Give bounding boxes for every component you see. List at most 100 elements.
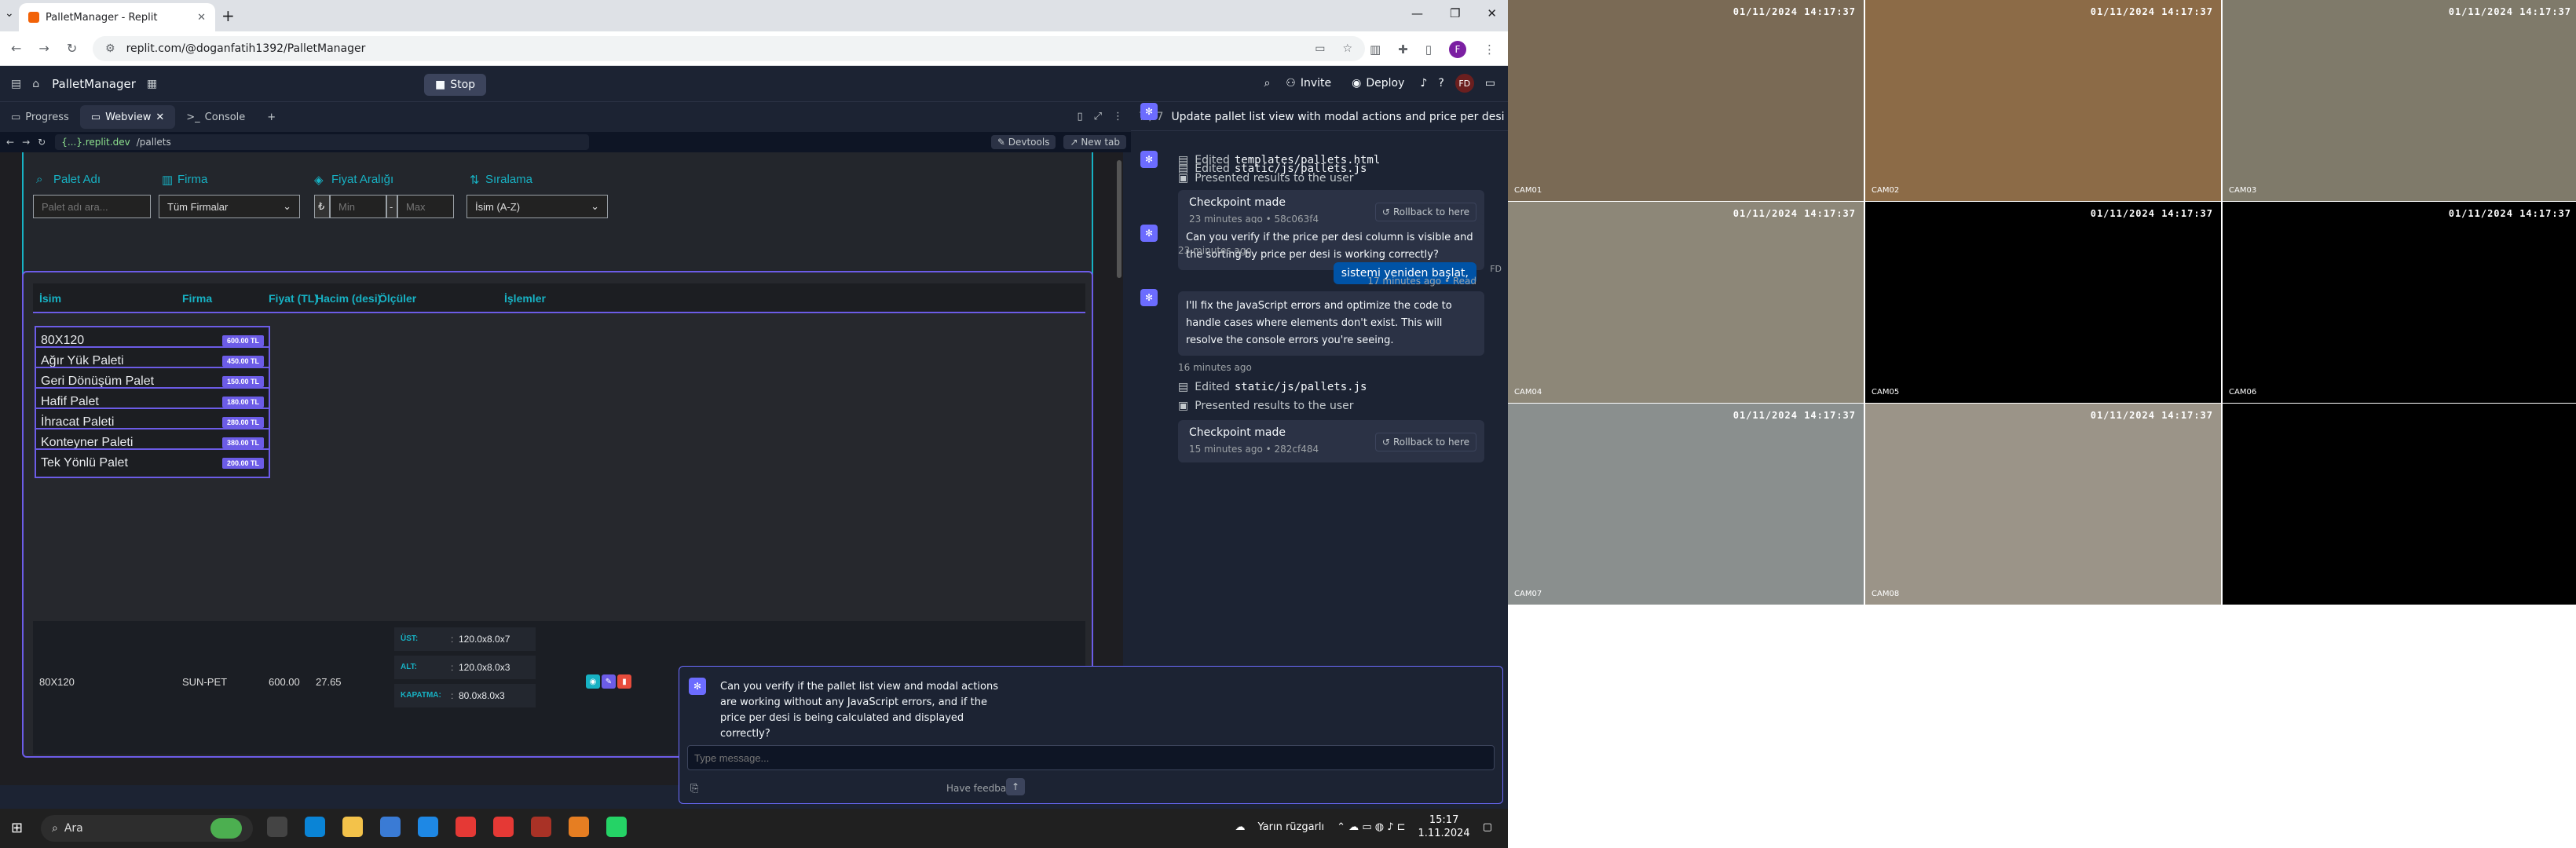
sort-select[interactable]: İsim (A-Z) ⌄ (467, 195, 608, 218)
chrome-icon[interactable] (456, 817, 476, 837)
notification-icon[interactable]: ▢ (1483, 821, 1492, 833)
rollback-button[interactable]: ↺ Rollback to here (1374, 433, 1476, 451)
open-new-tab-button[interactable]: ↗ New tab (1063, 135, 1126, 149)
dim-kapatma: KAPATMA: : 80.0x8.0x3 (394, 684, 536, 707)
tab-progress[interactable]: ▭ Progress (0, 105, 80, 129)
checkpoint-meta: 15 minutes ago • 282cf484 (1189, 444, 1319, 455)
edited-label: Edited (1195, 381, 1230, 393)
webview-path[interactable]: /pallets (137, 137, 171, 148)
app-active-icon[interactable] (569, 817, 589, 837)
webview-path-input[interactable]: {...}.replit.dev /pallets (55, 134, 590, 150)
price-badge: 280.00 TL (221, 417, 264, 428)
add-tab-icon[interactable]: + (256, 105, 287, 129)
file-explorer-icon[interactable] (342, 817, 363, 837)
weather-icon[interactable]: ☁ (1235, 821, 1246, 833)
search-icon[interactable]: ⌕ (1264, 77, 1270, 90)
deploy-button[interactable]: ◉ Deploy (1347, 74, 1409, 93)
taskbar-search[interactable]: ⌕ Ara (41, 815, 253, 842)
rollback-button[interactable]: ↺ Rollback to here (1374, 203, 1476, 221)
col-volume[interactable]: Hacim (desi) (316, 292, 381, 305)
devtools-button[interactable]: ✎ Devtools (990, 135, 1056, 149)
presented-label: Presented results to the user (1195, 400, 1354, 412)
maximize-icon[interactable]: ❐ (1450, 6, 1460, 20)
webview-back-icon[interactable]: ← (6, 137, 14, 148)
youtube-icon[interactable] (493, 817, 514, 837)
delete-trash-icon[interactable]: ▮ (617, 674, 631, 689)
list-item[interactable]: Tek Yönlü Palet 200.00 TL (35, 448, 270, 478)
user-avatar: FD (1490, 264, 1502, 274)
company-select[interactable]: Tüm Firmalar ⌄ (159, 195, 300, 218)
min-price-input[interactable] (330, 195, 386, 218)
reload-icon[interactable]: ↻ (67, 41, 77, 56)
help-icon[interactable]: ? (1438, 77, 1444, 90)
dim-colon: : (451, 634, 454, 645)
back-icon[interactable]: ← (11, 41, 21, 56)
tab-console[interactable]: >_ Console (175, 105, 256, 129)
weather-text[interactable]: Yarın rüzgarlı (1258, 821, 1325, 833)
agent-header[interactable]: 7 / 7 Update pallet list view with modal… (1131, 103, 1508, 131)
app-icon[interactable] (418, 817, 438, 837)
whatsapp-icon[interactable] (606, 817, 627, 837)
stop-button[interactable]: ■ Stop (424, 74, 487, 96)
tab-search-icon[interactable]: ⌄ (5, 7, 14, 20)
split-pane-icon[interactable]: ▯ (1077, 111, 1082, 122)
reading-list-icon[interactable]: ▥ (1370, 42, 1381, 57)
invite-button[interactable]: ⚇ Invite (1281, 74, 1336, 93)
col-company[interactable]: Firma (182, 292, 212, 305)
close-window-icon[interactable]: ✕ (1487, 6, 1497, 20)
url-text[interactable]: replit.com/@doganfatih1392/PalletManager (126, 42, 366, 55)
view-eye-icon[interactable]: ◉ (586, 674, 600, 689)
side-panel-icon[interactable]: ▯ (1425, 42, 1432, 57)
store-icon[interactable] (380, 817, 401, 837)
send-icon[interactable]: ↑ (1006, 778, 1025, 795)
tab-webview[interactable]: ▭ Webview ✕ (79, 105, 176, 129)
bookmark-star-icon[interactable]: ☆ (1342, 42, 1352, 55)
max-price-input[interactable] (397, 195, 454, 218)
browser-menu-icon[interactable]: ⋮ (1484, 42, 1495, 57)
scroll-thumb[interactable] (1117, 160, 1122, 278)
message-input[interactable] (687, 745, 1495, 770)
search-icon: ⌕ (36, 173, 43, 186)
price-filter-label: Fiyat Aralığı (331, 173, 394, 186)
home-icon[interactable]: ⌂ (32, 78, 39, 90)
message-time: 16 minutes ago (1178, 362, 1252, 373)
site-info-icon[interactable]: ⚙ (105, 42, 115, 55)
new-tab-icon[interactable]: + (221, 6, 235, 25)
pane-menu-icon[interactable]: ⋮ (1113, 111, 1123, 122)
bell-icon[interactable]: ♪ (1420, 77, 1427, 90)
clock[interactable]: 15:17 1.11.2024 (1418, 813, 1470, 840)
project-name[interactable]: PalletManager (52, 77, 136, 91)
forward-icon[interactable]: → (38, 41, 49, 56)
browser-tab[interactable]: PalletManager - Replit ✕ (19, 3, 215, 31)
webview-reload-icon[interactable]: ↻ (38, 137, 46, 148)
name-search-input[interactable] (33, 195, 151, 218)
chrome-profile-icon[interactable] (531, 817, 551, 837)
project-settings-icon[interactable]: ▦ (147, 78, 157, 90)
minimize-icon[interactable]: — (1411, 6, 1423, 20)
camera-feed: 01/11/2024 14:17:37 CAM07 (1508, 404, 1864, 605)
task-view-icon[interactable] (267, 817, 287, 837)
close-tab-icon[interactable]: ✕ (197, 12, 206, 24)
profile-avatar[interactable]: F (1449, 41, 1466, 58)
col-price[interactable]: Fiyat (TL) (269, 292, 318, 305)
expand-icon[interactable]: ⤢ (1094, 111, 1102, 122)
close-tab-icon[interactable]: ✕ (156, 111, 164, 123)
camera-label: CAM07 (1514, 590, 1542, 598)
col-name[interactable]: İsim (39, 292, 61, 305)
attach-icon[interactable]: ⎘ (690, 783, 698, 795)
layout-icon[interactable]: ▭ (1485, 77, 1495, 90)
edit-icon[interactable]: ✎ (602, 674, 616, 689)
presented-label: Presented results to the user (1195, 172, 1354, 185)
address-bar[interactable]: ⚙ replit.com/@doganfatih1392/PalletManag… (93, 36, 1365, 61)
edge-icon[interactable] (305, 817, 325, 837)
user-avatar[interactable]: FD (1454, 74, 1474, 93)
extensions-icon[interactable]: ✚ (1398, 42, 1408, 57)
windows-start-icon[interactable]: ⊞ (11, 820, 23, 836)
file-name[interactable]: static/js/pallets.js (1235, 381, 1367, 393)
install-app-icon[interactable]: ▭ (1315, 42, 1325, 55)
webview-forward-icon[interactable]: → (22, 137, 30, 148)
tray-icons[interactable]: ⌃ ☁ ▭ ◍ ♪ ⊏ (1337, 821, 1405, 833)
sidebar-toggle-icon[interactable]: ▤ (11, 78, 21, 90)
browser-window: ⌄ PalletManager - Replit ✕ + — ❐ ✕ ← → ↻… (0, 0, 1508, 848)
price-badge: 380.00 TL (221, 437, 264, 448)
